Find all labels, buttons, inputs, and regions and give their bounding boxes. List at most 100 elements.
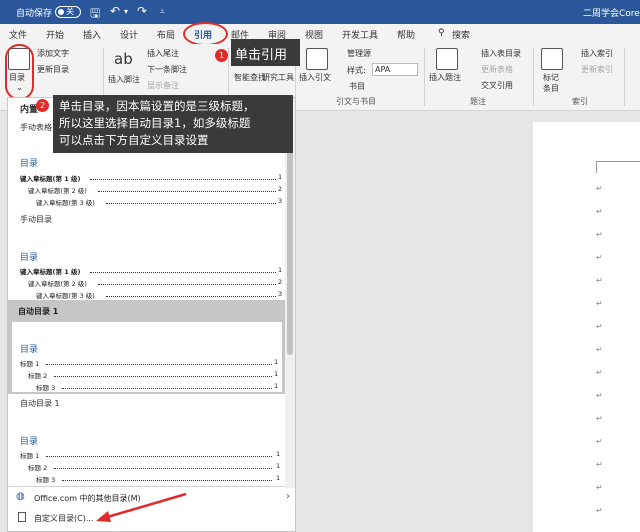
- paragraph-mark: ↵: [596, 391, 603, 400]
- toc-preview-heading: 目录: [20, 434, 38, 447]
- paragraph-mark: ↵: [596, 368, 603, 377]
- update-table-button[interactable]: 更新表格: [481, 64, 513, 75]
- paragraph-mark: ↵: [596, 207, 603, 216]
- show-notes-button[interactable]: 显示备注: [147, 80, 179, 91]
- toc-option-auto-1[interactable]: 自动目录 1 目录 标题 1 1 标题 2 1 标题 3 1: [8, 300, 286, 394]
- references-highlight-ring: [183, 22, 228, 46]
- insert-caption-button[interactable]: 插入题注: [429, 72, 461, 83]
- toc-line: 标题 1: [20, 358, 39, 368]
- search-label[interactable]: 搜索: [452, 28, 470, 41]
- tab-design[interactable]: 设计: [120, 28, 138, 41]
- page-number: 1: [274, 370, 278, 378]
- undo-icon[interactable]: ↶: [110, 4, 120, 18]
- style-select[interactable]: APA: [372, 63, 418, 76]
- page-number: 1: [276, 450, 280, 458]
- footnote-icon[interactable]: ab: [114, 50, 133, 68]
- step-tooltip-1: 单击引用: [231, 39, 300, 66]
- tab-file[interactable]: 文件: [9, 28, 27, 41]
- update-index-button[interactable]: 更新索引: [581, 64, 613, 75]
- paragraph-mark: ↵: [596, 506, 603, 515]
- divider: [533, 48, 534, 106]
- toc-highlight-ring: [5, 44, 34, 100]
- next-footnote-button[interactable]: 下一条脚注: [147, 64, 187, 75]
- insert-table-of-figures-button[interactable]: 插入表目录: [481, 48, 521, 59]
- step-badge-1: 1: [215, 49, 228, 62]
- add-text-button[interactable]: 添加文字: [37, 48, 69, 59]
- title-bar: 自动保存 关 🖫 ↶ ▾ ↷ ⩡ 二周学会Corel: [0, 0, 640, 24]
- step-tooltip-2: 单击目录，因本篇设置的是三级标题， 所以这里选择自动目录1，如多级标题 可以点击…: [53, 95, 293, 153]
- toc-gallery-panel: 内置 手动表格 目录 键入章标题(第 1 级) 1 键入章标题(第 2 级) 2…: [7, 97, 296, 532]
- index-group-label: 索引: [572, 96, 588, 107]
- toc-line: 标题 1: [20, 450, 39, 460]
- leader-dots: [62, 384, 272, 389]
- mark-entry-icon[interactable]: [541, 48, 563, 70]
- toc-option-auto-2[interactable]: 目录 标题 1 1 标题 2 1 标题 3 1: [12, 414, 286, 486]
- tooltip-2-line-2: 所以这里选择自动目录1，如多级标题: [59, 115, 287, 132]
- update-toc-button[interactable]: 更新目录: [37, 64, 69, 75]
- insert-footnote-button[interactable]: 插入脚注: [108, 74, 140, 85]
- paragraph-mark: ↵: [596, 322, 603, 331]
- chevron-right-icon: ›: [286, 491, 290, 502]
- custom-toc-label: 自定义目录(C)...: [34, 513, 93, 524]
- toc-line: 键入章标题(第 3 级): [36, 197, 95, 207]
- leader-dots: [62, 476, 272, 481]
- toc-preview-heading: 目录: [20, 342, 38, 355]
- mark-entry-button[interactable]: 标记条目: [543, 72, 563, 94]
- page-number: 3: [278, 290, 282, 298]
- tab-layout[interactable]: 布局: [157, 28, 175, 41]
- tab-help[interactable]: 帮助: [397, 28, 415, 41]
- paragraph-mark: ↵: [596, 460, 603, 469]
- globe-icon: ◍: [16, 491, 25, 502]
- margin-mark: [596, 161, 640, 162]
- tab-developer[interactable]: 开发工具: [342, 28, 378, 41]
- autosave-label: 自动保存: [16, 6, 52, 19]
- toc-preview-heading: 目录: [20, 250, 38, 263]
- paragraph-mark: ↵: [596, 276, 603, 285]
- insert-endnote-button[interactable]: 插入尾注: [147, 48, 179, 59]
- autosave-toggle[interactable]: 关: [55, 6, 81, 18]
- redo-icon[interactable]: ↷: [137, 4, 147, 18]
- leader-dots: [46, 360, 272, 365]
- divider: [624, 48, 625, 106]
- document-icon: [18, 512, 26, 522]
- page-number: 1: [276, 462, 280, 470]
- insert-index-button[interactable]: 插入索引: [581, 48, 613, 59]
- toc-option-manual[interactable]: 目录 键入章标题(第 1 级) 1 键入章标题(第 2 级) 2 键入章标题(第…: [12, 230, 286, 300]
- tab-view[interactable]: 视图: [305, 28, 323, 41]
- toc-line: 键入章标题(第 1 级): [20, 173, 81, 183]
- manual-toc-label: 手动目录: [20, 214, 52, 225]
- toc-line: 标题 2: [28, 370, 47, 380]
- captions-group-label: 题注: [470, 96, 486, 107]
- leader-dots: [46, 452, 272, 457]
- manual-table-label: 手动表格: [20, 122, 52, 133]
- bibliography-button[interactable]: 书目: [349, 81, 365, 92]
- citations-group-label: 引文与书目: [336, 96, 376, 107]
- page-number: 3: [278, 197, 282, 205]
- caption-icon[interactable]: [436, 48, 458, 70]
- leader-dots: [98, 187, 276, 192]
- insert-citation-button[interactable]: 插入引文: [299, 72, 331, 83]
- save-icon[interactable]: 🖫: [90, 4, 100, 25]
- leader-dots: [54, 464, 272, 469]
- divider: [424, 48, 425, 106]
- document-page[interactable]: [533, 122, 640, 532]
- toc-line: 键入章标题(第 2 级): [28, 185, 87, 195]
- customize-qat-icon[interactable]: ⩡: [160, 7, 165, 17]
- manage-sources-button[interactable]: 管理源: [347, 48, 371, 59]
- page-number: 2: [278, 278, 282, 286]
- ribbon-tabs: 文件 开始 插入 设计 布局 引用 邮件 审阅 视图 开发工具 帮助 ⚲ 搜索: [0, 24, 640, 44]
- paragraph-mark: ↵: [596, 299, 603, 308]
- toc-line: 标题 2: [28, 462, 47, 472]
- cross-reference-button[interactable]: 交叉引用: [481, 80, 513, 91]
- tab-home[interactable]: 开始: [46, 28, 64, 41]
- tab-insert[interactable]: 插入: [83, 28, 101, 41]
- paragraph-mark: ↵: [596, 184, 603, 193]
- paragraph-mark: ↵: [596, 483, 603, 492]
- researcher-button[interactable]: 研究工具: [262, 72, 294, 83]
- citation-icon[interactable]: [306, 48, 328, 70]
- toc-line: 键入章标题(第 1 级): [20, 266, 81, 276]
- document-title: 二周学会Corel: [583, 6, 640, 19]
- undo-dropdown-icon[interactable]: ▾: [124, 7, 128, 16]
- search-icon[interactable]: ⚲: [438, 28, 445, 38]
- tooltip-2-line-3: 可以点击下方自定义目录设置: [59, 132, 287, 149]
